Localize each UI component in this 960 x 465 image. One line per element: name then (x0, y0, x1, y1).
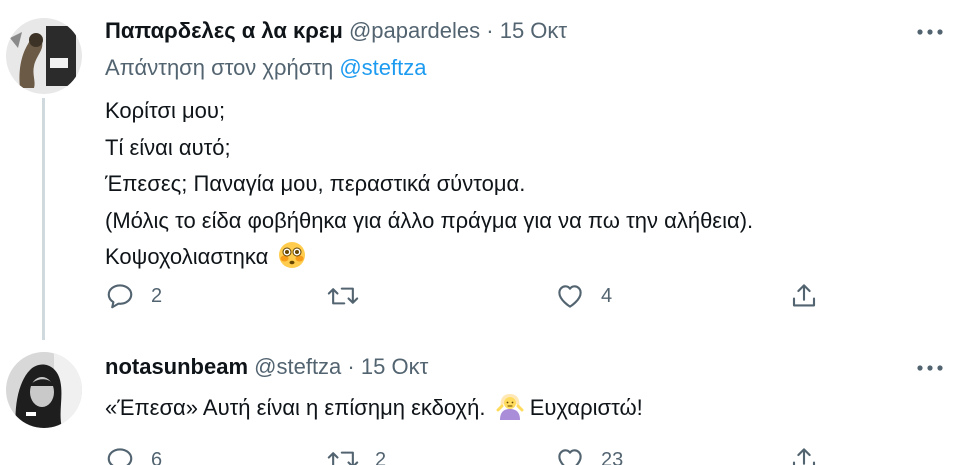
tweet-text: «Έπεσα» Αυτή είναι η επίσημη εκδοχή. Ευχ… (105, 392, 643, 428)
replying-to: Απάντηση στον χρήστη @steftza (105, 55, 426, 81)
tweet-date[interactable]: 15 Οκτ (361, 354, 428, 379)
tweet-line: Τί είναι αυτό; (105, 134, 231, 160)
tweet-line: (Μόλις το είδα φοβήθηκα για άλλο πράγμα … (105, 207, 754, 233)
reply-count: 6 (151, 448, 163, 465)
woman-shrugging-icon (496, 392, 524, 428)
timeline: Παπαρδελες α λα κρεμ @papardeles · 15 Οκ… (0, 0, 960, 465)
retweet-count: 2 (375, 448, 387, 465)
flushed-face-icon (278, 241, 306, 281)
tweet-line-with-emoji: Κοψοχολιαστηκα (105, 239, 753, 281)
share-icon (792, 448, 816, 465)
reply-mention-link[interactable]: @steftza (339, 55, 426, 80)
tweet-header: notasunbeam @steftza · 15 Οκτ (105, 352, 428, 382)
like-count: 23 (601, 448, 624, 465)
reply-count: 2 (151, 284, 163, 307)
retweet-button[interactable] (327, 276, 375, 316)
tweet-text-start: «Έπεσα» Αυτή είναι η επίσημη εκδοχή. (105, 395, 486, 420)
thread-connector-line (42, 98, 45, 340)
reply-icon (107, 284, 133, 309)
user-handle[interactable]: @papardeles (349, 18, 480, 43)
tweet-header: Παπαρδελες α λα κρεμ @papardeles · 15 Οκ… (105, 16, 567, 46)
reply-button[interactable]: 6 (105, 440, 162, 465)
tweet-line: Κορίτσι μου; (105, 98, 226, 123)
like-button[interactable]: 4 (555, 276, 612, 316)
display-name[interactable]: Παπαρδελες α λα κρεμ (105, 18, 343, 43)
like-button[interactable]: 23 (555, 440, 623, 465)
avatar-papardeles[interactable] (6, 18, 82, 94)
tweet-text: Κορίτσι μου; Τί είναι αυτό; Έπεσες; Πανα… (105, 93, 753, 281)
retweet-icon (327, 287, 359, 305)
like-count: 4 (601, 284, 613, 307)
retweet-button[interactable]: 2 (327, 440, 386, 465)
reply-button[interactable]: 2 (105, 276, 162, 316)
tweet-line: Κοψοχολιαστηκα (105, 244, 269, 269)
share-button[interactable] (789, 440, 819, 465)
tweet-date[interactable]: 15 Οκτ (500, 18, 567, 43)
replying-to-label: Απάντηση στον χρήστη (105, 55, 334, 80)
tweet-text-end: Ευχαριστώ! (529, 395, 643, 420)
share-button[interactable] (789, 276, 819, 316)
heart-icon (558, 449, 582, 465)
more-options-icon[interactable] (912, 18, 948, 46)
avatar-notasunbeam[interactable] (6, 352, 82, 428)
user-handle[interactable]: @steftza (254, 354, 341, 379)
more-options-icon[interactable] (912, 354, 948, 382)
tweet-actions: 2 4 (105, 276, 835, 316)
tweet-actions: 6 2 23 (105, 440, 835, 465)
tweet-line: Έπεσες; Παναγία μου, περαστικά σύντομα. (105, 171, 526, 196)
display-name[interactable]: notasunbeam (105, 354, 248, 379)
separator: · (347, 354, 355, 379)
heart-icon (558, 285, 582, 308)
separator: · (486, 18, 494, 43)
share-icon (792, 284, 816, 307)
tweet-line-with-emoji: «Έπεσα» Αυτή είναι η επίσημη εκδοχή. Ευχ… (105, 392, 643, 428)
retweet-icon (327, 451, 359, 465)
reply-icon (107, 448, 133, 465)
